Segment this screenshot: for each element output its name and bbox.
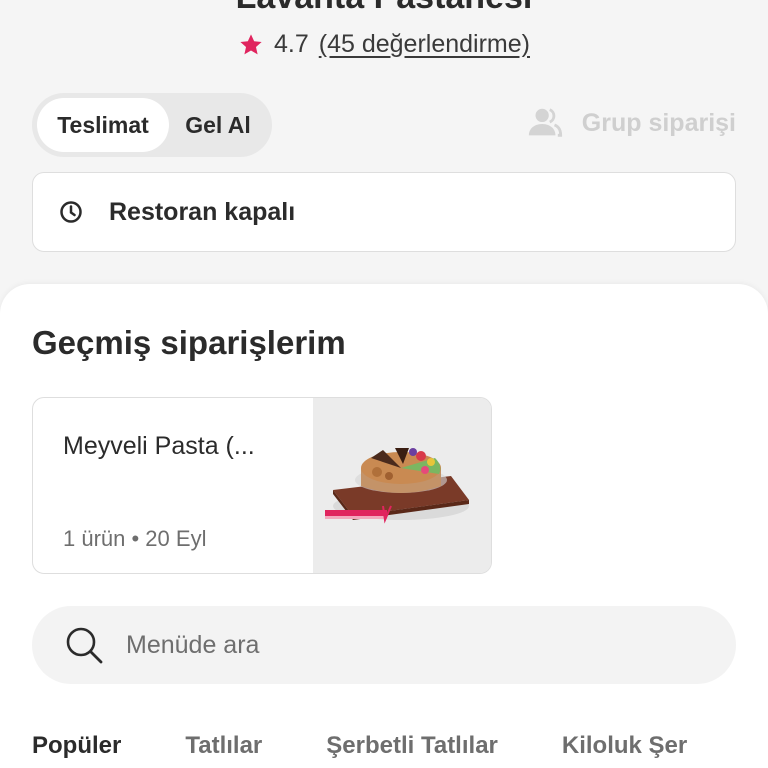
store-title: Lavanta Pastanesi bbox=[0, 0, 768, 17]
tab-kiloluk-ser[interactable]: Kiloluk Şer bbox=[562, 732, 687, 760]
rating-count-link[interactable]: (45 değerlendirme) bbox=[319, 30, 530, 59]
status-text: Restoran kapalı bbox=[109, 197, 296, 226]
restaurant-status: Restoran kapalı bbox=[32, 172, 736, 252]
tab-tatlilar[interactable]: Tatlılar bbox=[185, 732, 262, 760]
store-header: Lavanta Pastanesi 4.7 (45 değerlendirme)… bbox=[0, 0, 768, 300]
rating-value: 4.7 bbox=[274, 30, 309, 58]
order-meta: 1 ürün • 20 Eyl bbox=[63, 526, 207, 551]
tab-gel-al[interactable]: Gel Al bbox=[169, 98, 267, 152]
tab-populer[interactable]: Popüler bbox=[32, 732, 121, 760]
search-input[interactable] bbox=[126, 630, 686, 660]
cake-image bbox=[313, 398, 491, 573]
clock-icon bbox=[60, 201, 82, 223]
menu-search-bar[interactable] bbox=[32, 606, 736, 684]
content-sheet: Geçmiş siparişlerim Meyveli Pasta (... 1… bbox=[0, 284, 768, 768]
rating-row: 4.7 (45 değerlendirme) bbox=[0, 30, 768, 59]
past-order-card[interactable]: Meyveli Pasta (... 1 ürün • 20 Eyl bbox=[32, 397, 492, 574]
category-tabs: Popüler Tatlılar Şerbetli Tatlılar Kilol… bbox=[32, 732, 687, 760]
section-title: Geçmiş siparişlerim bbox=[32, 324, 346, 361]
group-order-label: Grup siparişi bbox=[581, 108, 736, 137]
group-icon bbox=[528, 108, 562, 137]
tab-teslimat[interactable]: Teslimat bbox=[37, 98, 169, 152]
search-icon bbox=[66, 627, 103, 664]
order-name: Meyveli Pasta (... bbox=[63, 432, 255, 460]
order-info: Meyveli Pasta (... 1 ürün • 20 Eyl bbox=[33, 398, 313, 573]
tab-serbetli-tatlilar[interactable]: Şerbetli Tatlılar bbox=[326, 732, 498, 760]
delivery-mode-toggle: Teslimat Gel Al bbox=[32, 93, 272, 157]
group-order-button[interactable]: Grup siparişi bbox=[526, 104, 736, 142]
star-icon bbox=[240, 33, 262, 54]
